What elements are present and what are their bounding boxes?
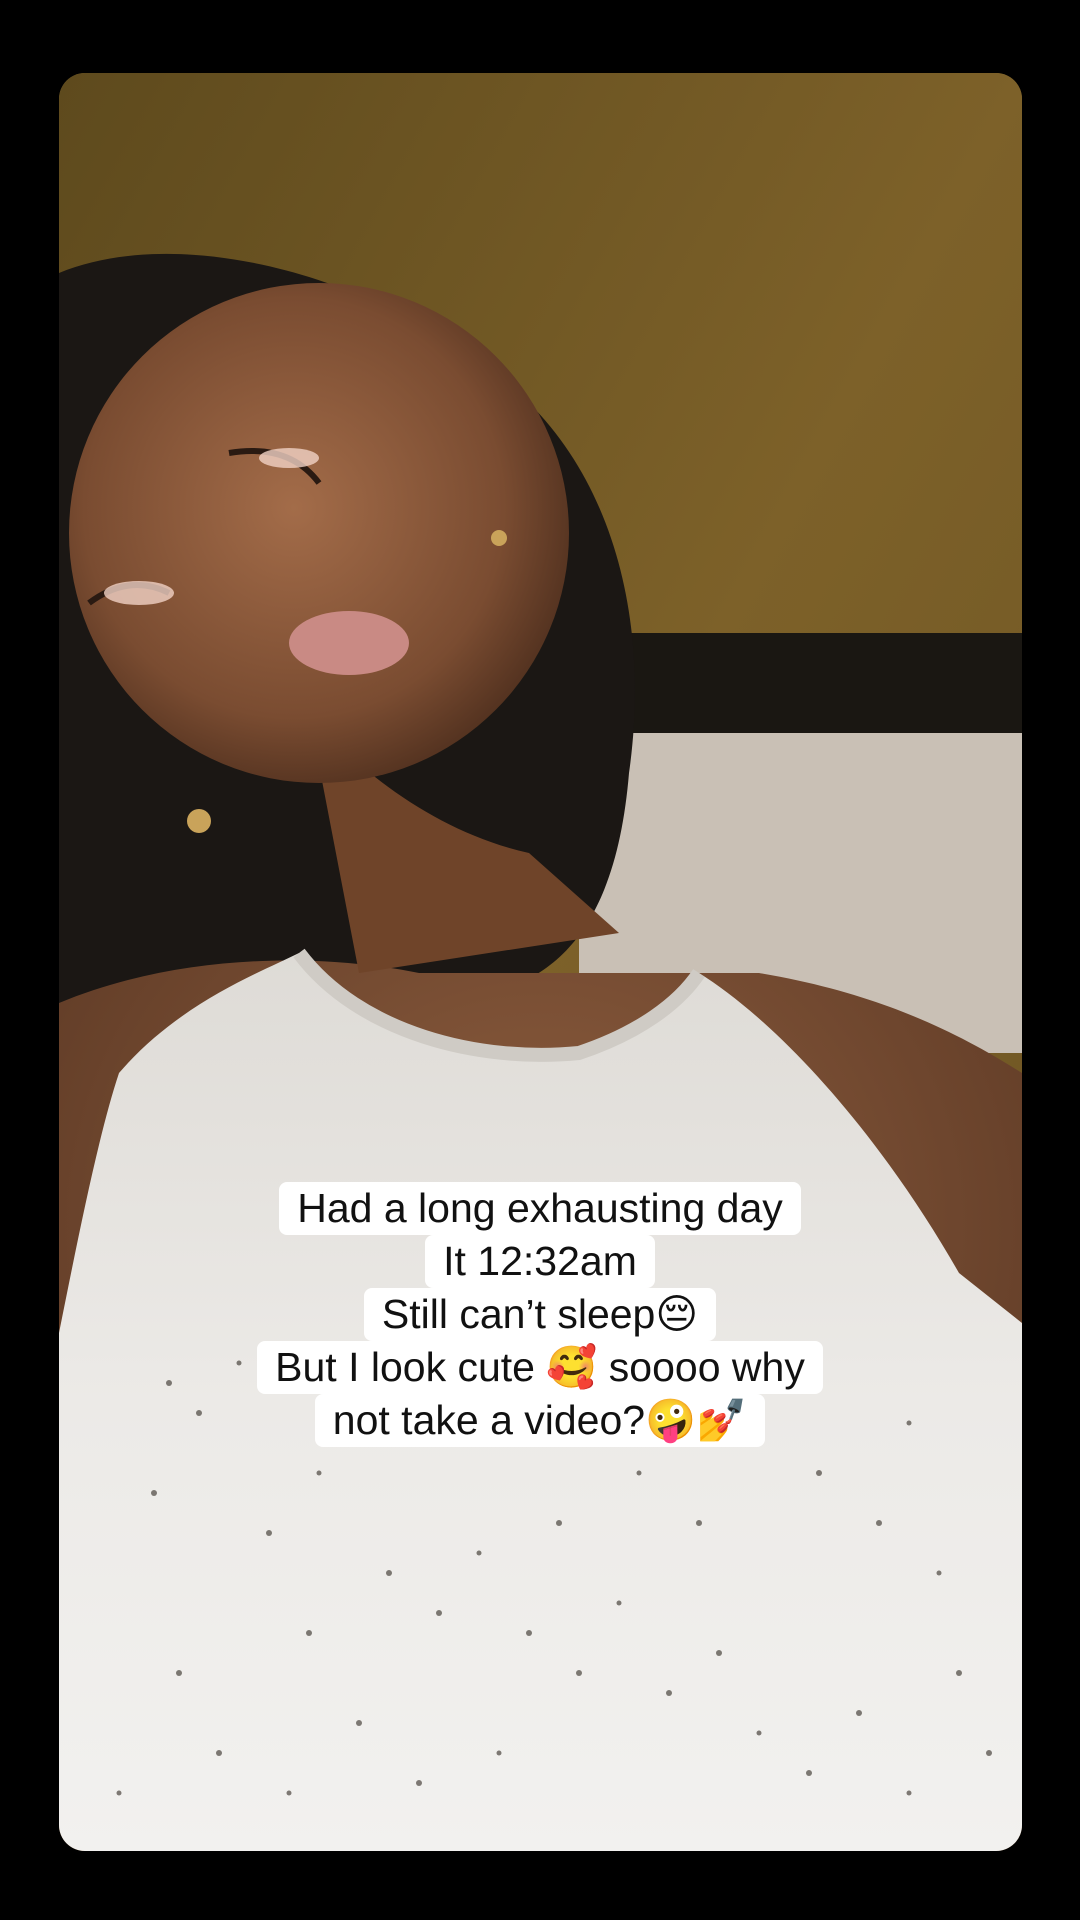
caption-line-3: Still can’t sleep😔 xyxy=(363,1288,717,1341)
video-frame[interactable] xyxy=(59,73,1022,1851)
caption-line-2: It 12:32am xyxy=(425,1235,655,1288)
caption-line-5: not take a video?🤪💅 xyxy=(314,1394,766,1447)
caption-line-1: Had a long exhausting day xyxy=(279,1182,801,1235)
video-photo xyxy=(59,73,1022,1851)
caption-overlay: Had a long exhausting day It 12:32am Sti… xyxy=(0,1182,1080,1447)
caption-line-4: But I look cute 🥰 soooo why xyxy=(257,1341,823,1394)
